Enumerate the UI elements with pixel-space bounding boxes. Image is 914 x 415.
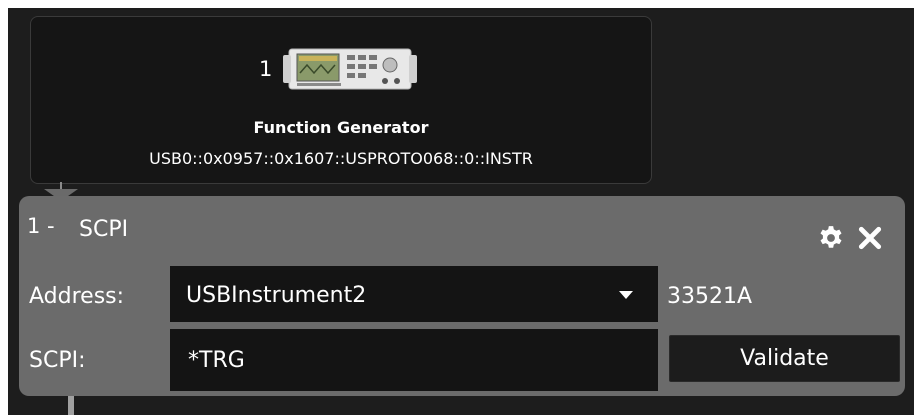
- instrument-address: USB0::0x0957::0x1607::USPROTO068::0::INS…: [149, 149, 533, 168]
- instrument-card[interactable]: 1 Function Generator USB0::0x0957::0x160…: [30, 16, 652, 184]
- validate-button[interactable]: Validate: [669, 335, 900, 382]
- step-index: 1 -: [27, 214, 55, 238]
- address-select[interactable]: USBInstrument2: [170, 266, 658, 322]
- function-generator-device-icon: [283, 48, 417, 90]
- address-selected-value: USBInstrument2: [186, 283, 367, 308]
- address-label: Address:: [29, 284, 125, 309]
- connector-line-bottom: [68, 396, 74, 415]
- instrument-model: 33521A: [667, 284, 753, 309]
- instrument-name: Function Generator: [253, 118, 429, 137]
- scpi-command-input[interactable]: [170, 329, 658, 391]
- gear-icon[interactable]: [818, 225, 844, 251]
- step-title: SCPI: [79, 217, 129, 242]
- scpi-label: SCPI:: [29, 348, 86, 373]
- scpi-step-block[interactable]: 1 - SCPI Address: USBInstrument2 33521A …: [19, 196, 905, 396]
- instrument-index: 1: [259, 57, 273, 81]
- close-icon[interactable]: [857, 225, 883, 251]
- workflow-canvas: 1 Function Generator USB0::0x0957::0x160…: [8, 8, 914, 415]
- chevron-down-icon[interactable]: [619, 291, 633, 299]
